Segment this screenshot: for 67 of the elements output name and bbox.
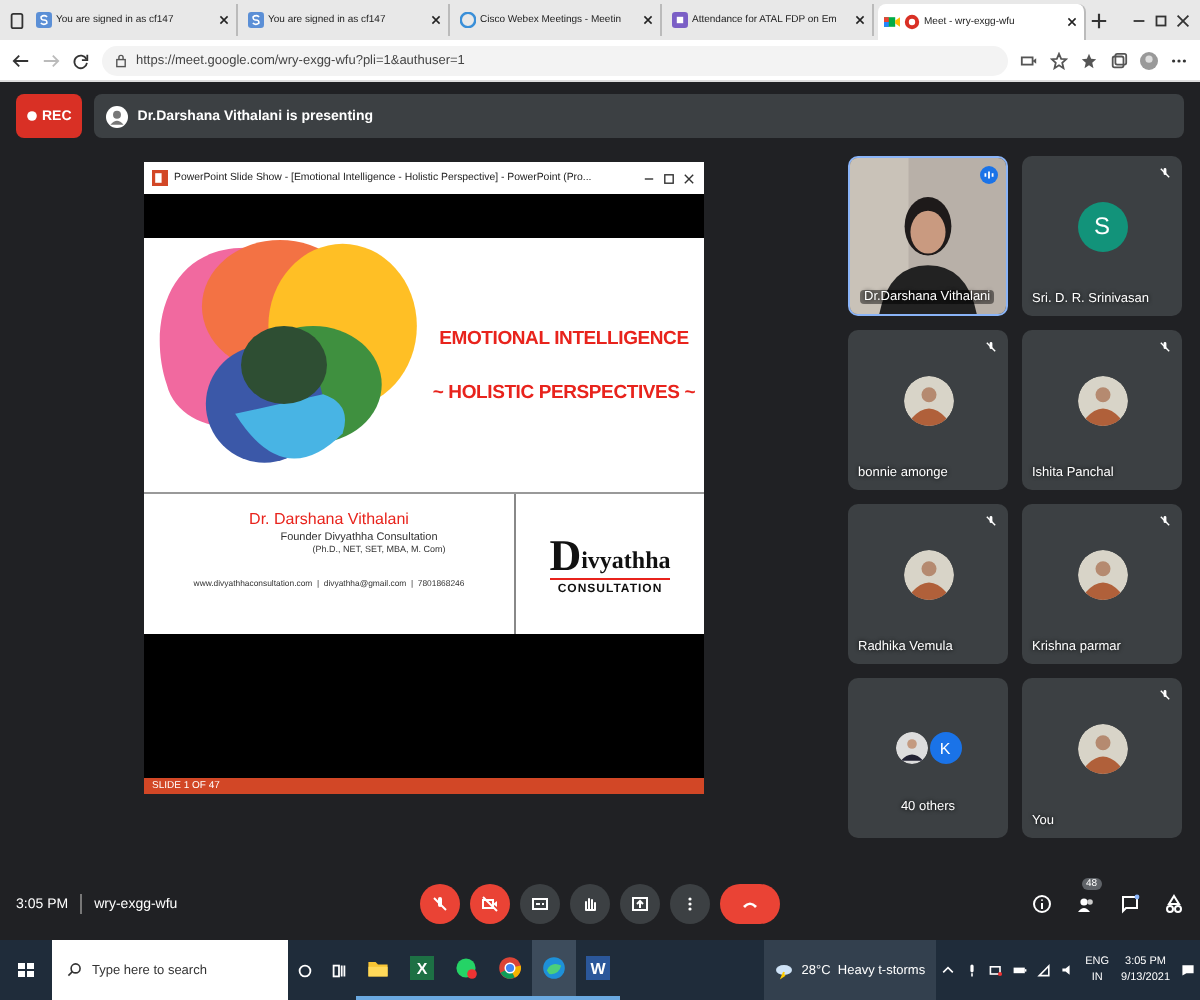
star-icon[interactable] — [1050, 51, 1068, 69]
favorites-icon[interactable] — [1080, 51, 1098, 69]
camera-off-icon — [480, 894, 500, 914]
webex-logo-icon — [460, 12, 476, 28]
close-icon[interactable] — [430, 14, 442, 26]
word-app-button[interactable]: W — [576, 940, 620, 1000]
chevron-up-icon[interactable] — [939, 962, 956, 978]
start-icon[interactable] — [16, 960, 36, 980]
present-button[interactable] — [620, 884, 660, 924]
close-icon[interactable] — [1066, 16, 1078, 28]
tab-actions-icon[interactable] — [8, 11, 26, 29]
spreadsheet-app-button[interactable]: X — [400, 940, 444, 1000]
s-logo-icon — [248, 12, 264, 28]
edge-browser-button[interactable] — [532, 940, 576, 1000]
avatar: K — [929, 732, 961, 764]
camera-button[interactable] — [470, 884, 510, 924]
mic-off-icon — [430, 894, 450, 914]
meet-logo-icon — [884, 14, 900, 30]
captions-icon — [530, 894, 550, 914]
leave-call-button[interactable] — [720, 884, 780, 924]
lock-icon — [114, 53, 128, 67]
info-icon[interactable] — [1032, 894, 1052, 914]
back-icon[interactable] — [12, 51, 30, 69]
raise-hand-button[interactable] — [570, 884, 610, 924]
captions-button[interactable] — [520, 884, 560, 924]
slide-subheading: ~ HOLISTIC PERSPECTIVES ~ — [432, 381, 696, 403]
chat-icon — [454, 956, 478, 980]
people-icon[interactable] — [1076, 894, 1096, 914]
camera-icon[interactable] — [1020, 51, 1038, 69]
microphone-button[interactable] — [420, 884, 460, 924]
restore-icon[interactable] — [1152, 11, 1170, 29]
slide-heading: EMOTIONAL INTELLIGENCE — [439, 327, 689, 349]
reload-icon[interactable] — [72, 51, 90, 69]
form-icon — [672, 12, 688, 28]
close-icon[interactable] — [218, 14, 230, 26]
present-icon — [630, 894, 650, 914]
cortana-icon[interactable] — [296, 961, 314, 979]
avatar: S — [1077, 201, 1127, 251]
close-icon — [682, 171, 696, 185]
close-icon[interactable] — [642, 14, 654, 26]
maximize-icon — [662, 171, 676, 185]
recording-icon — [904, 14, 920, 30]
storm-cloud-icon — [773, 960, 794, 980]
close-icon[interactable] — [854, 14, 866, 26]
camera-icon[interactable] — [987, 962, 1004, 978]
chrome-logo-icon — [498, 956, 522, 980]
wifi-icon[interactable] — [1035, 962, 1052, 978]
presenter-name: Dr. Darshana Vithalani — [249, 510, 409, 528]
more-options-button[interactable] — [670, 884, 710, 924]
edge-logo-icon — [542, 956, 566, 980]
profile-icon[interactable] — [1140, 51, 1158, 69]
chat-icon[interactable] — [1120, 894, 1140, 914]
speaker-icon[interactable] — [1059, 962, 1076, 978]
new-tab-icon[interactable] — [1090, 11, 1108, 29]
speaking-icon — [980, 166, 998, 184]
shapes-icon[interactable] — [1164, 894, 1184, 914]
collections-icon[interactable] — [1110, 51, 1128, 69]
s-logo-icon — [36, 12, 52, 28]
search-icon — [66, 962, 82, 978]
battery-icon[interactable] — [1011, 962, 1028, 978]
notifications-icon[interactable] — [1180, 962, 1196, 978]
hand-icon — [580, 894, 600, 914]
task-view-icon[interactable] — [330, 961, 348, 979]
close-icon[interactable] — [1174, 11, 1192, 29]
folder-icon — [366, 956, 390, 980]
powerpoint-icon — [152, 170, 168, 186]
avatar-icon — [105, 105, 128, 127]
